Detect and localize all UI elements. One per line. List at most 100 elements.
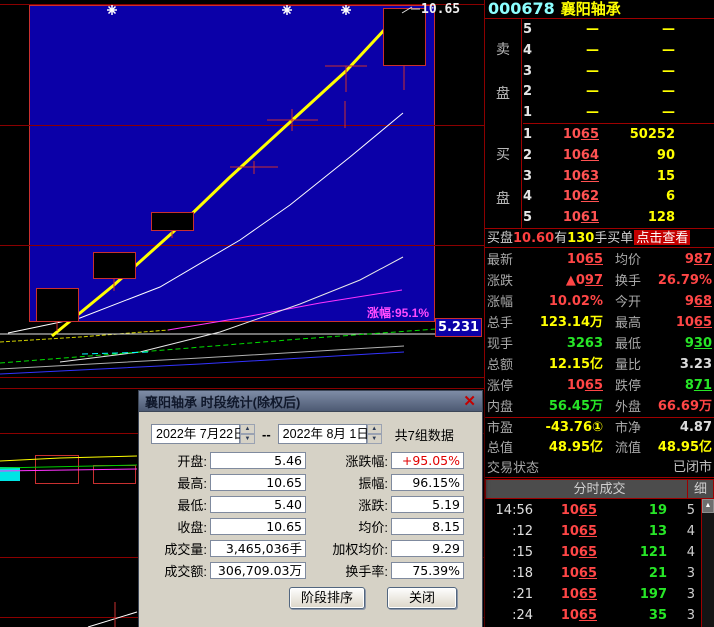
buy-row[interactable]: 51061128 xyxy=(523,207,714,228)
sell-row[interactable]: 2—— xyxy=(523,81,714,102)
close-button[interactable]: 关闭 xyxy=(387,587,457,609)
tick-scrollbar[interactable]: ▲ xyxy=(701,499,714,627)
indicator-line-magenta xyxy=(0,469,137,471)
price: 1065 xyxy=(541,124,599,145)
stat-row: 涨停1065跌停871 xyxy=(485,375,714,396)
candle xyxy=(94,253,136,279)
tick-price: 1065 xyxy=(533,584,597,605)
field-label: 成交量: xyxy=(147,539,207,558)
alert-view-link[interactable]: 点击查看 xyxy=(634,230,690,245)
alert-price: 10.60 xyxy=(513,231,554,246)
axis-price-label: 5.231 xyxy=(435,318,482,337)
dialog-titlebar[interactable]: 襄阳轴承 时段统计(除权后) ✕ xyxy=(139,391,482,412)
stat-value: 56.45万 xyxy=(523,396,603,417)
trade-status-value: 已闭市 xyxy=(539,458,712,478)
field-label: 均价: xyxy=(306,517,388,536)
close-value-field: 10.65 xyxy=(210,518,306,535)
sell-side-label: 卖 盘 xyxy=(485,19,521,124)
indicator-line-yellow xyxy=(0,456,137,461)
stat-row: 总额12.15亿量比3.23 xyxy=(485,354,714,375)
spinner-down-icon[interactable]: ▼ xyxy=(367,434,382,444)
volume: 15 xyxy=(599,166,675,187)
sell-row[interactable]: 5—— xyxy=(523,19,714,40)
change-pct-field: +95.05% xyxy=(391,452,464,469)
sell-row[interactable]: 4—— xyxy=(523,40,714,61)
group-count-label: 共7组数据 xyxy=(395,425,454,444)
sell-row[interactable]: 1—— xyxy=(523,102,714,123)
indicator-line-green xyxy=(0,465,137,468)
stat-value: ▲097 xyxy=(523,270,603,291)
level: 5 xyxy=(523,19,541,40)
stat-value: 123.14万 xyxy=(523,312,603,333)
level: 3 xyxy=(523,166,541,187)
stock-code: 000678 xyxy=(488,0,555,18)
spinner-up-icon[interactable]: ▲ xyxy=(367,424,382,434)
close-icon[interactable]: ✕ xyxy=(463,394,476,409)
sell-char: 卖 xyxy=(496,39,510,59)
field-label: 最高: xyxy=(147,473,207,492)
stat-value: -43.76① xyxy=(523,418,603,438)
main-kline-chart[interactable]: 10.65 涨幅:95.1% 5.231 xyxy=(0,0,484,380)
sell-char: 盘 xyxy=(496,83,510,103)
field-label: 成交额: xyxy=(147,561,207,580)
spinner-down-icon[interactable]: ▼ xyxy=(240,434,255,444)
tab-tick-trades[interactable]: 分时成交 细 xyxy=(485,479,714,499)
volume: 6 xyxy=(599,186,675,207)
scroll-up-icon[interactable]: ▲ xyxy=(702,499,714,513)
sell-row[interactable]: 3—— xyxy=(523,61,714,82)
stat-value: 3.23 xyxy=(647,354,712,375)
stat-value: 3263 xyxy=(523,333,603,354)
price: 1062 xyxy=(541,186,599,207)
change-field: 5.19 xyxy=(391,496,464,513)
stat-row: 市盈-43.76①市净4.87 xyxy=(485,418,714,438)
volume: 90 xyxy=(599,145,675,166)
stat-row: 总值48.95亿流值48.95亿 xyxy=(485,438,714,458)
price: — xyxy=(541,61,599,82)
buy-side-label: 买 盘 xyxy=(485,124,521,229)
sell-rows: 5—— 4—— 3—— 2—— 1—— xyxy=(523,19,714,123)
field-label: 最低: xyxy=(147,495,207,514)
stat-value: 12.15亿 xyxy=(523,354,603,375)
tick-row: 14:561065195 xyxy=(485,500,701,521)
ma-line-gray xyxy=(0,346,404,369)
field-label: 振幅: xyxy=(306,473,388,492)
order-book: 卖 盘 买 盘 5—— 4—— 3—— 2—— 1—— 1106550252 2… xyxy=(485,18,714,229)
tick-price: 1065 xyxy=(533,521,597,542)
volume-bar-cyan xyxy=(0,467,20,481)
level: 4 xyxy=(523,40,541,61)
alert-text: 买盘 xyxy=(487,230,513,245)
high-price-label: 10.65 xyxy=(421,2,460,17)
dialog-field-row: 收盘: 10.65 均价: 8.15 xyxy=(147,518,474,535)
buy-row[interactable]: 1106550252 xyxy=(523,124,714,145)
stock-header: 000678 襄阳轴承 xyxy=(488,0,714,18)
amplitude-field: 96.15% xyxy=(391,474,464,491)
field-label: 换手率: xyxy=(306,561,388,580)
ma-line-blue xyxy=(0,352,404,374)
buy-row[interactable]: 3106315 xyxy=(523,166,714,187)
buy-row[interactable]: 410626 xyxy=(523,186,714,207)
stock-name: 襄阳轴承 xyxy=(561,1,621,18)
date-to-spinner[interactable]: ▲ ▼ xyxy=(367,424,382,444)
spinner-up-icon[interactable]: ▲ xyxy=(240,424,255,434)
period-stats-dialog: 襄阳轴承 时段统计(除权后) ✕ 2022年 7月22日 ▲ ▼ -- 2022… xyxy=(138,390,483,627)
buy-row[interactable]: 2106490 xyxy=(523,145,714,166)
stat-row: 涨跌▲097换手26.79% xyxy=(485,270,714,291)
price: — xyxy=(541,40,599,61)
tab-detail-button[interactable]: 细 xyxy=(687,480,713,498)
dialog-buttons: 阶段排序 关闭 xyxy=(289,587,474,609)
big-order-alert: 买盘10.60有130手买单点击查看 xyxy=(487,229,714,247)
tick-row: :241065353 xyxy=(485,605,701,626)
date-from-field[interactable]: 2022年 7月22日 xyxy=(151,424,240,444)
date-from-spinner[interactable]: ▲ ▼ xyxy=(240,424,255,444)
tick-price: 1065 xyxy=(533,605,597,626)
volume: 50252 xyxy=(599,124,675,145)
field-label: 加权均价: xyxy=(306,539,388,558)
volume: — xyxy=(599,61,675,82)
signal-star-icon xyxy=(107,5,117,15)
buy-char: 盘 xyxy=(496,188,510,208)
indicator-box xyxy=(94,466,136,484)
date-to-field[interactable]: 2022年 8月 1日 xyxy=(278,424,367,444)
stage-sort-button[interactable]: 阶段排序 xyxy=(289,587,365,609)
avg-price-field: 8.15 xyxy=(391,518,464,535)
stat-value: 1065 xyxy=(523,249,603,270)
